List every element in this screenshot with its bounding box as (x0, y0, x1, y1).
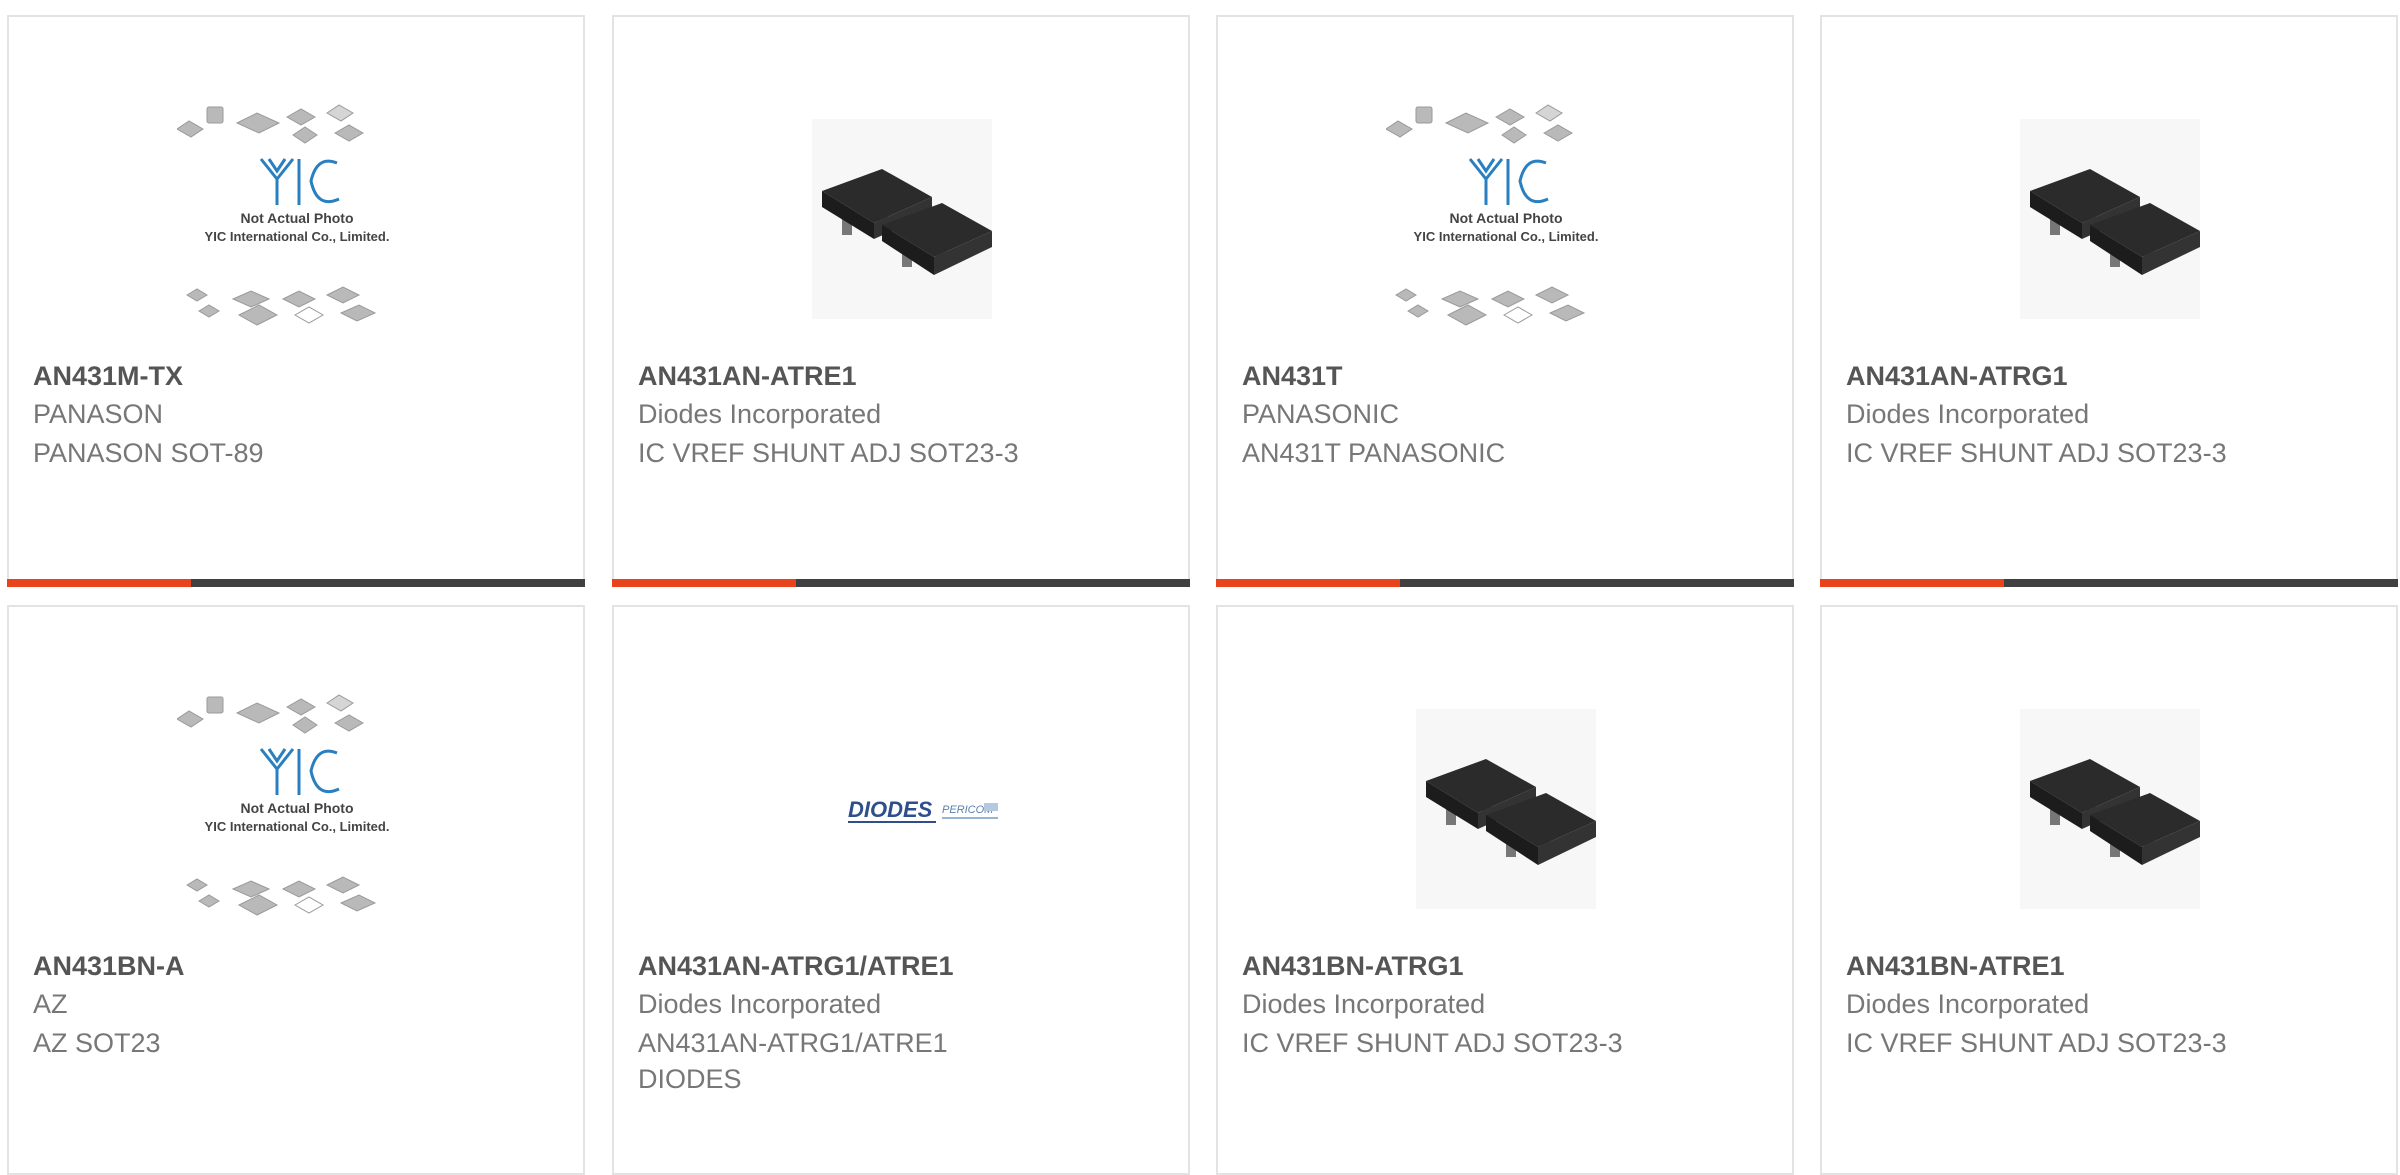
sot23-package-image (2020, 709, 2200, 909)
card-accent-bar (7, 579, 191, 587)
description-label: IC VREF SHUNT ADJ SOT23-3 (638, 438, 1019, 468)
part-number-link[interactable]: AN431BN-A (33, 951, 567, 982)
sot23-package-image (812, 119, 992, 319)
manufacturer-label: AZ (33, 989, 68, 1019)
product-card[interactable]: DIODES PERICOM AN431AN-ATRG1/ATRE1 Diodes… (612, 605, 1190, 1175)
product-image[interactable] (1386, 689, 1626, 929)
card-accent-bar (1820, 579, 2004, 587)
svg-text:Not Actual Photo: Not Actual Photo (1449, 210, 1562, 226)
part-number-link[interactable]: AN431BN-ATRG1 (1242, 951, 1776, 982)
diodes-logo-image: DIODES PERICOM (848, 797, 998, 823)
product-image[interactable]: Not Actual Photo YIC International Co., … (177, 689, 417, 929)
svg-text:Not Actual Photo: Not Actual Photo (240, 800, 353, 816)
product-image[interactable]: Not Actual Photo YIC International Co., … (177, 99, 417, 339)
product-card[interactable]: Not Actual Photo YIC International Co., … (1216, 15, 1794, 587)
yic-placeholder-image: Not Actual Photo YIC International Co., … (177, 694, 390, 916)
product-card[interactable]: Not Actual Photo YIC International Co., … (7, 605, 585, 1175)
part-number-link[interactable]: AN431T (1242, 361, 1776, 392)
manufacturer-label: PANASON (33, 399, 164, 429)
card-bottom-bar (1216, 579, 1794, 587)
product-card[interactable]: AN431BN-ATRG1 Diodes Incorporated IC VREF … (1216, 605, 1794, 1175)
svg-text:YIC International Co., Limited: YIC International Co., Limited. (205, 819, 390, 834)
product-image[interactable] (1990, 689, 2230, 929)
yic-placeholder-image: Not Actual Photo YIC International Co., … (177, 104, 390, 326)
description-label: IC VREF SHUNT ADJ SOT23-3 (1846, 1028, 2227, 1058)
sot23-package-image (1416, 709, 1596, 909)
description-label: AN431T PANASONIC (1242, 438, 1506, 468)
manufacturer-label: Diodes Incorporated (638, 399, 882, 429)
product-image[interactable] (782, 99, 1022, 339)
svg-text:Not Actual Photo: Not Actual Photo (240, 210, 353, 226)
part-number-link[interactable]: AN431BN-ATRE1 (1846, 951, 2380, 982)
description-label: IC VREF SHUNT ADJ SOT23-3 (1846, 438, 2227, 468)
card-bottom-bar (1820, 579, 2398, 587)
product-card[interactable]: AN431BN-ATRE1 Diodes Incorporated IC VREF … (1820, 605, 2398, 1175)
manufacturer-label: Diodes Incorporated (1846, 399, 2090, 429)
part-number-link[interactable]: AN431AN-ATRE1 (638, 361, 1172, 392)
product-card[interactable]: Not Actual Photo YIC International Co., … (7, 15, 585, 587)
svg-text:YIC International Co., Limited: YIC International Co., Limited. (205, 229, 390, 244)
product-image[interactable]: DIODES PERICOM (782, 689, 1022, 929)
card-bottom-bar (612, 579, 1190, 587)
description-label: PANASON SOT-89 (33, 438, 264, 468)
product-card[interactable]: AN431AN-ATRG1 Diodes Incorporated IC VREF … (1820, 15, 2398, 587)
svg-text:DIODES: DIODES (848, 797, 933, 822)
sot23-package-image (2020, 119, 2200, 319)
card-bottom-bar (7, 579, 585, 587)
yic-placeholder-image: Not Actual Photo YIC International Co., … (1386, 104, 1599, 326)
description-label: AN431AN-ATRG1/ATRE1 DIODES (638, 1028, 948, 1094)
product-card[interactable]: AN431AN-ATRE1 Diodes Incorporated IC VREF … (612, 15, 1190, 587)
description-label: AZ SOT23 (33, 1028, 161, 1058)
manufacturer-label: PANASONIC (1242, 399, 1400, 429)
product-image[interactable]: Not Actual Photo YIC International Co., … (1386, 99, 1626, 339)
svg-text:YIC International Co., Limited: YIC International Co., Limited. (1414, 229, 1599, 244)
description-label: IC VREF SHUNT ADJ SOT23-3 (1242, 1028, 1623, 1058)
manufacturer-label: Diodes Incorporated (1242, 989, 1486, 1019)
card-accent-bar (612, 579, 796, 587)
card-accent-bar (1216, 579, 1400, 587)
part-number-link[interactable]: AN431M-TX (33, 361, 567, 392)
part-number-link[interactable]: AN431AN-ATRG1 (1846, 361, 2380, 392)
part-number-link[interactable]: AN431AN-ATRG1/ATRE1 (638, 951, 1172, 982)
manufacturer-label: Diodes Incorporated (638, 989, 882, 1019)
manufacturer-label: Diodes Incorporated (1846, 989, 2090, 1019)
product-image[interactable] (1990, 99, 2230, 339)
